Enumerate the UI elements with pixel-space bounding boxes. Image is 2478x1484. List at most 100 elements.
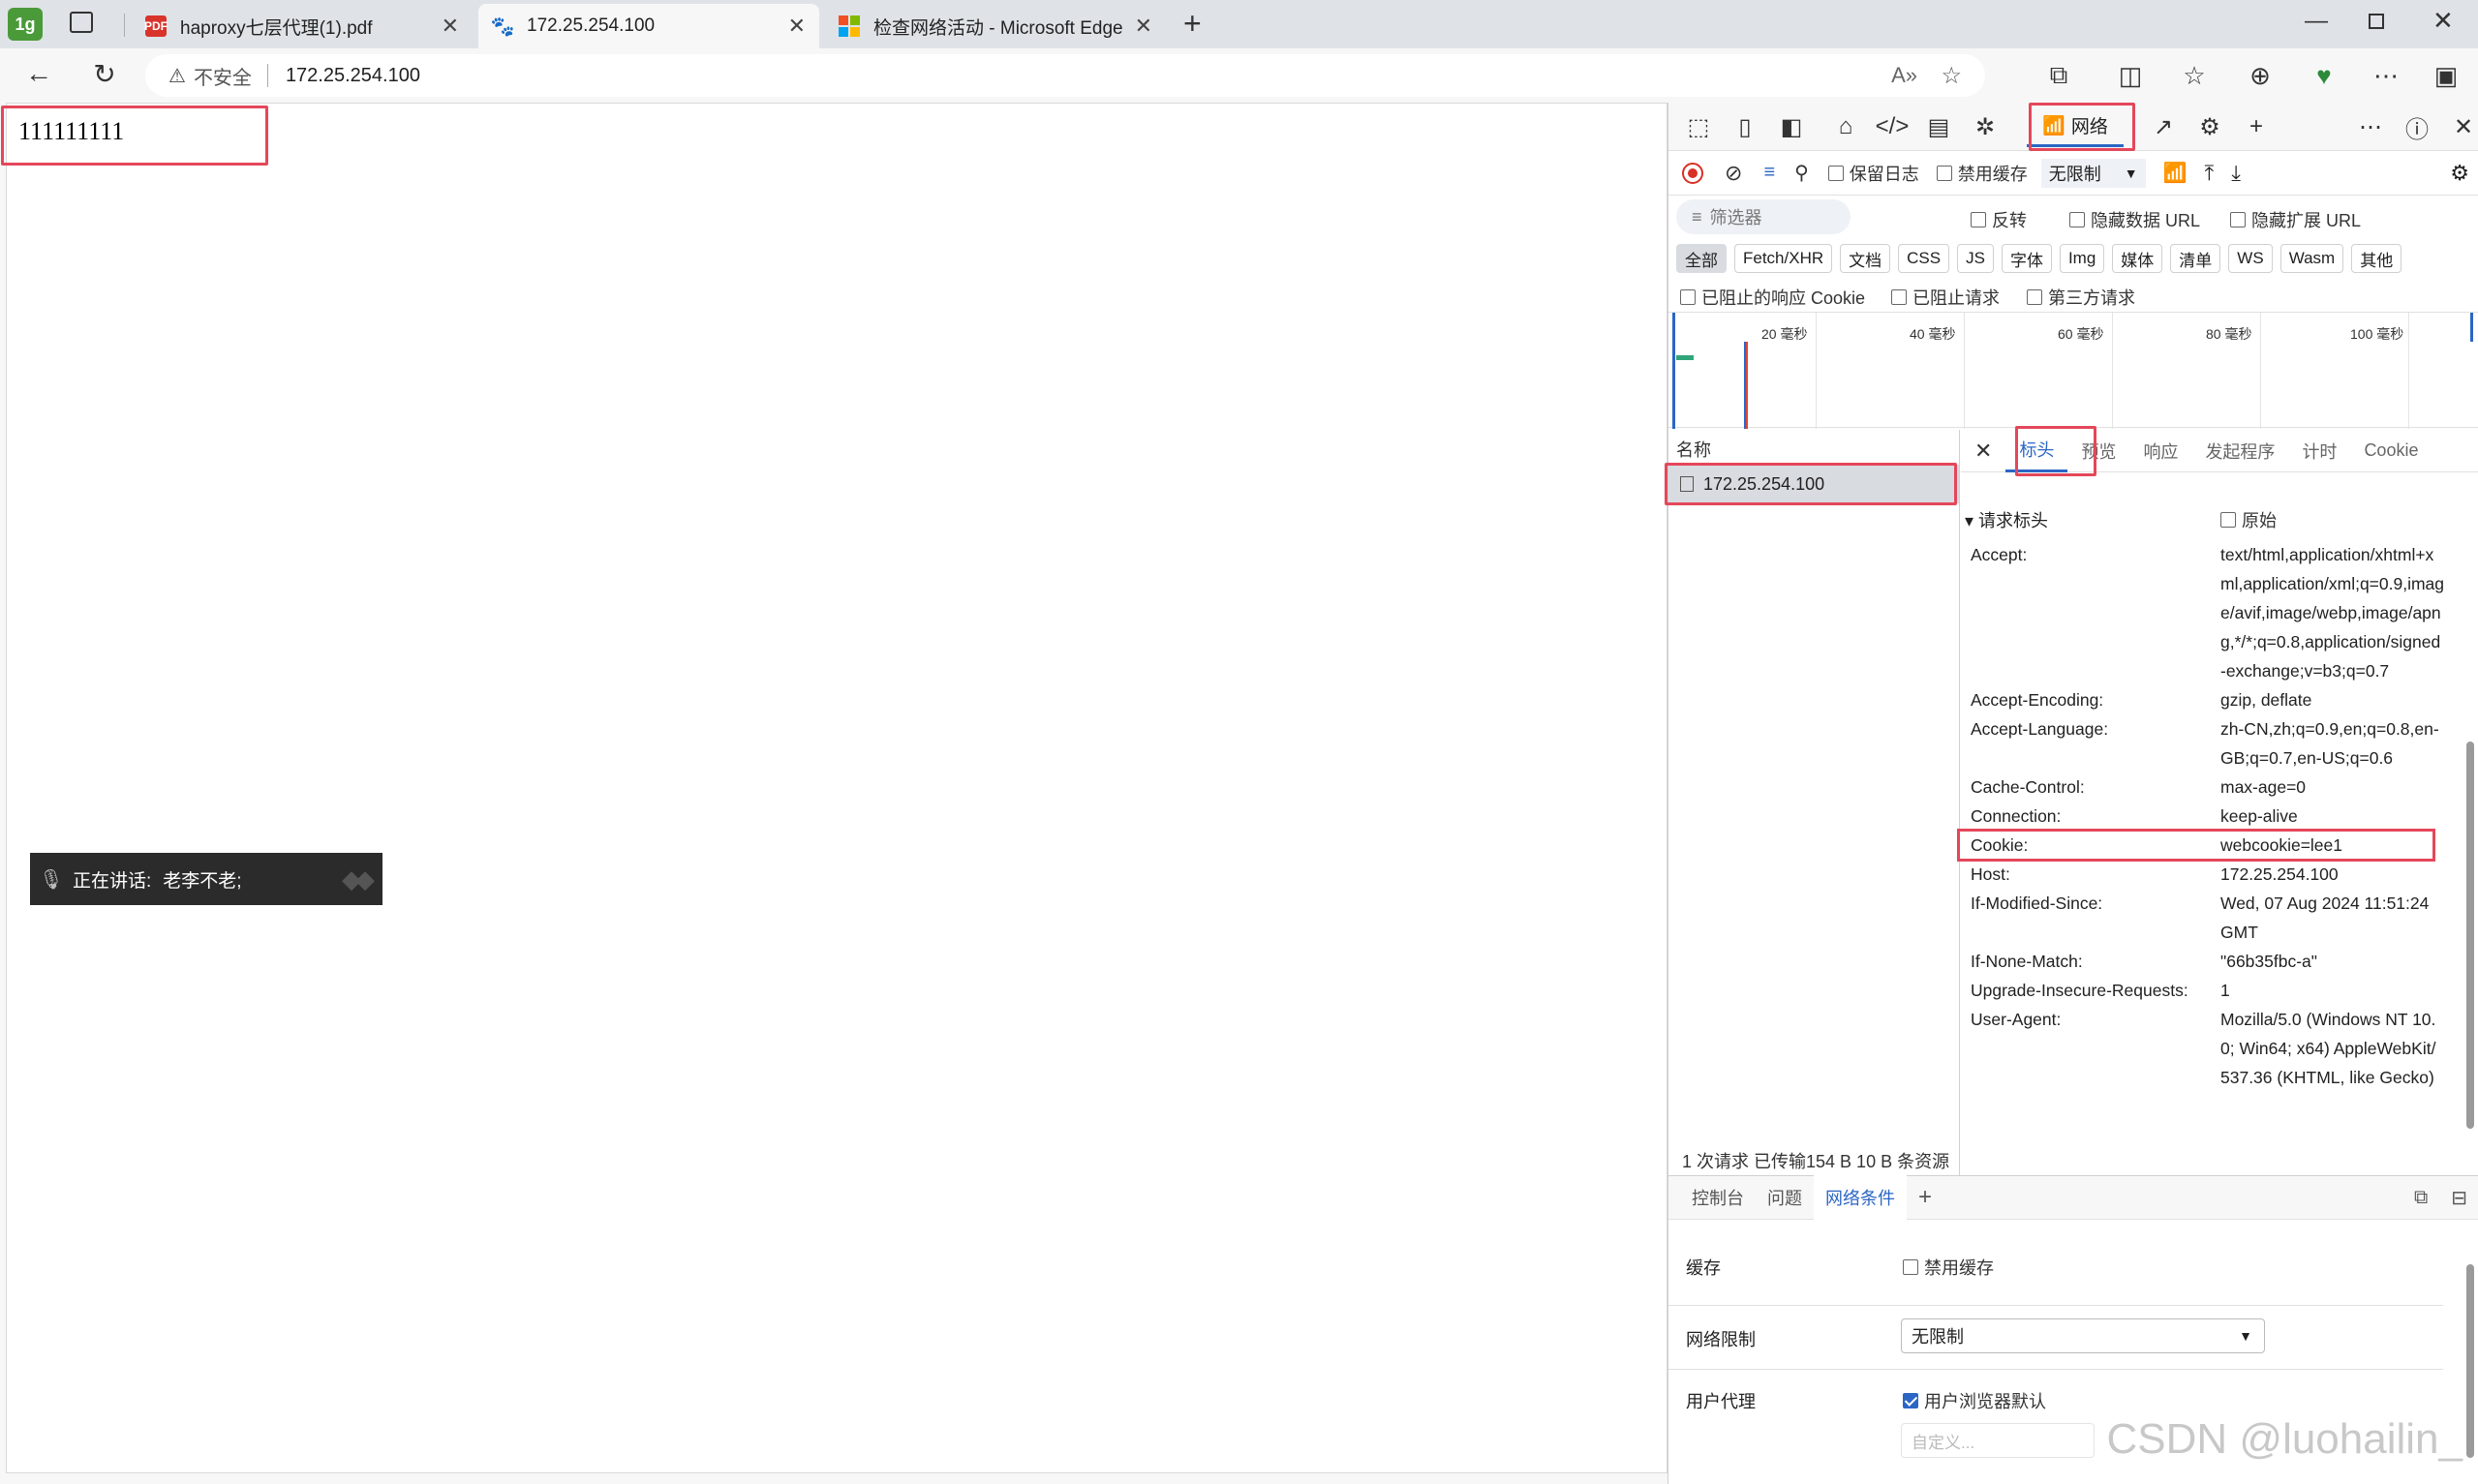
split-screen-icon[interactable]: ◫	[2111, 56, 2150, 95]
extensions-icon[interactable]: ⧉	[2039, 56, 2078, 95]
headers-scrollbar[interactable]	[2466, 742, 2474, 1129]
url-text[interactable]: 172.25.254.100	[286, 65, 420, 87]
blocked-requests-checkbox[interactable]: 已阻止请求	[1891, 285, 2000, 310]
tab-initiator[interactable]: 发起程序	[2191, 430, 2288, 472]
nc-ua-default-checkbox[interactable]: 用户浏览器默认	[1903, 1388, 2046, 1413]
favorite-star-icon[interactable]: ☆	[1941, 62, 1962, 90]
invert-checkbox[interactable]: 反转	[1971, 207, 2027, 232]
chip-media[interactable]: 媒体	[2112, 244, 2163, 273]
checkbox[interactable]	[1903, 1393, 1918, 1408]
more-icon[interactable]: ⋯	[2354, 110, 2387, 143]
url-bar[interactable]: ⚠ 不安全 172.25.254.100 A» ☆	[145, 54, 1985, 97]
raw-toggle[interactable]: 原始	[2220, 507, 2277, 532]
restore-button[interactable]	[2369, 14, 2384, 29]
chip-all[interactable]: 全部	[1676, 244, 1727, 273]
preserve-log-checkbox[interactable]: 保留日志	[1827, 161, 1919, 186]
hide-data-url-checkbox[interactable]: 隐藏数据 URL	[2069, 207, 2200, 232]
dock-icon[interactable]: ◧	[1775, 110, 1808, 143]
read-aloud-icon[interactable]: A»	[1891, 63, 1917, 88]
filter-input[interactable]: ≡ 筛选器	[1676, 199, 1851, 234]
clear-icon[interactable]: ⊘	[1725, 161, 1742, 186]
chip-js[interactable]: JS	[1957, 244, 1994, 273]
chip-img[interactable]: Img	[2059, 244, 2105, 273]
checkbox[interactable]	[2230, 212, 2246, 227]
chip-ws[interactable]: WS	[2228, 244, 2273, 273]
welcome-home-icon[interactable]: ⌂	[1829, 110, 1862, 143]
close-icon[interactable]: ✕	[1135, 14, 1152, 39]
chip-manifest[interactable]: 清单	[2170, 244, 2221, 273]
checkbox[interactable]	[1903, 1259, 1918, 1275]
blocked-cookies-checkbox[interactable]: 已阻止的响应 Cookie	[1680, 285, 1865, 310]
close-icon[interactable]: ✕	[2447, 110, 2478, 143]
close-icon[interactable]: ✕	[788, 14, 806, 39]
tab-console[interactable]: 控制台	[1680, 1175, 1756, 1220]
chip-fetch-xhr[interactable]: Fetch/XHR	[1734, 244, 1833, 273]
nc-throttle-select[interactable]: 无限制 ▼	[1901, 1318, 2265, 1353]
sidebar-icon[interactable]: ▣	[2427, 56, 2465, 95]
tab-cookies[interactable]: Cookie	[2350, 430, 2432, 472]
checkbox[interactable]	[1971, 212, 1986, 227]
tab-active[interactable]: 🐾 172.25.254.100 ✕	[478, 4, 819, 48]
device-emulation-icon[interactable]: ▯	[1728, 110, 1761, 143]
collections-icon[interactable]: ⊕	[2241, 56, 2279, 95]
request-headers-title[interactable]: ▾ 请求标头	[1965, 507, 2048, 532]
record-icon[interactable]	[1682, 162, 1703, 184]
checkbox[interactable]	[1936, 165, 1952, 181]
chip-doc[interactable]: 文档	[1840, 244, 1891, 273]
tab-timing[interactable]: 计时	[2288, 430, 2350, 472]
chip-css[interactable]: CSS	[1898, 244, 1950, 273]
chip-other[interactable]: 其他	[2351, 244, 2402, 273]
favorites-icon[interactable]: ☆	[2175, 56, 2214, 95]
checkbox[interactable]	[1827, 165, 1844, 181]
tab-response[interactable]: 响应	[2129, 430, 2191, 472]
drawer-scrollbar[interactable]	[2466, 1264, 2474, 1458]
new-tab-button[interactable]: +	[1183, 6, 1202, 42]
chip-font[interactable]: 字体	[2001, 244, 2052, 273]
disable-cache-checkbox[interactable]: 禁用缓存	[1936, 161, 2028, 186]
checkbox[interactable]	[2069, 212, 2085, 227]
network-conditions-icon[interactable]: 📶	[2163, 161, 2187, 185]
nc-custom-ua-input[interactable]: 自定义...	[1901, 1423, 2095, 1458]
add-panel-icon[interactable]: +	[2240, 110, 2273, 143]
nc-disable-cache-checkbox[interactable]: 禁用缓存	[1903, 1255, 1994, 1280]
tab-pdf[interactable]: PDF haproxy七层代理(1).pdf ✕	[132, 4, 473, 48]
close-drawer-icon[interactable]: ⊟	[2439, 1175, 2478, 1220]
security-label[interactable]: 不安全	[194, 62, 252, 90]
tab-issues[interactable]: 问题	[1756, 1175, 1814, 1220]
splitter[interactable]	[1959, 430, 1960, 1175]
health-icon[interactable]: ♥	[2305, 56, 2343, 95]
elements-icon[interactable]: </>	[1876, 110, 1910, 143]
download-icon[interactable]: ⤓	[2231, 161, 2241, 186]
third-party-checkbox[interactable]: 第三方请求	[2027, 285, 2135, 310]
checkbox[interactable]	[2027, 289, 2042, 305]
help-icon[interactable]: ⓘ	[2401, 110, 2433, 143]
refresh-button[interactable]: ↻	[85, 54, 124, 93]
inspect-icon[interactable]: ⬚	[1682, 110, 1715, 143]
hide-ext-url-checkbox[interactable]: 隐藏扩展 URL	[2230, 207, 2361, 232]
tab-network-conditions[interactable]: 网络条件	[1814, 1175, 1907, 1220]
close-window-button[interactable]: ✕	[2432, 6, 2454, 36]
chip-wasm[interactable]: Wasm	[2279, 244, 2344, 273]
close-details-icon[interactable]: ✕	[1961, 430, 2005, 472]
profile-avatar[interactable]: 1g	[8, 8, 43, 41]
tab-edge-devtools[interactable]: 检查网络活动 - Microsoft Edge D ✕	[825, 4, 1166, 48]
console-icon[interactable]: ▤	[1922, 110, 1955, 143]
minimize-button[interactable]: —	[2305, 8, 2328, 35]
settings-gear-icon[interactable]: ⚙	[2193, 110, 2226, 143]
settings-gear-icon[interactable]: ⚙	[2450, 161, 2469, 186]
close-icon[interactable]: ✕	[442, 14, 459, 39]
throttle-select[interactable]: 无限制 ▼	[2040, 158, 2146, 188]
back-button[interactable]: ←	[19, 54, 58, 93]
dock-drawer-icon[interactable]: ⧉	[2402, 1175, 2439, 1220]
search-icon[interactable]: ⚲	[1794, 161, 1809, 185]
add-tab-icon[interactable]: +	[1907, 1175, 1943, 1220]
checkbox[interactable]	[2220, 512, 2236, 528]
upload-icon[interactable]: ⤒	[2205, 161, 2215, 186]
filter-icon[interactable]: ≡	[1763, 162, 1775, 184]
checkbox[interactable]	[1891, 289, 1907, 305]
waterfall-overview[interactable]: 20 毫秒 40 毫秒 60 毫秒 80 毫秒 100 毫秒	[1668, 312, 2478, 429]
sources-bug-icon[interactable]: ✲	[1969, 110, 2002, 143]
performance-icon[interactable]: ↗	[2147, 110, 2180, 143]
checkbox[interactable]	[1680, 289, 1696, 305]
tab-actions-icon[interactable]	[70, 12, 93, 33]
